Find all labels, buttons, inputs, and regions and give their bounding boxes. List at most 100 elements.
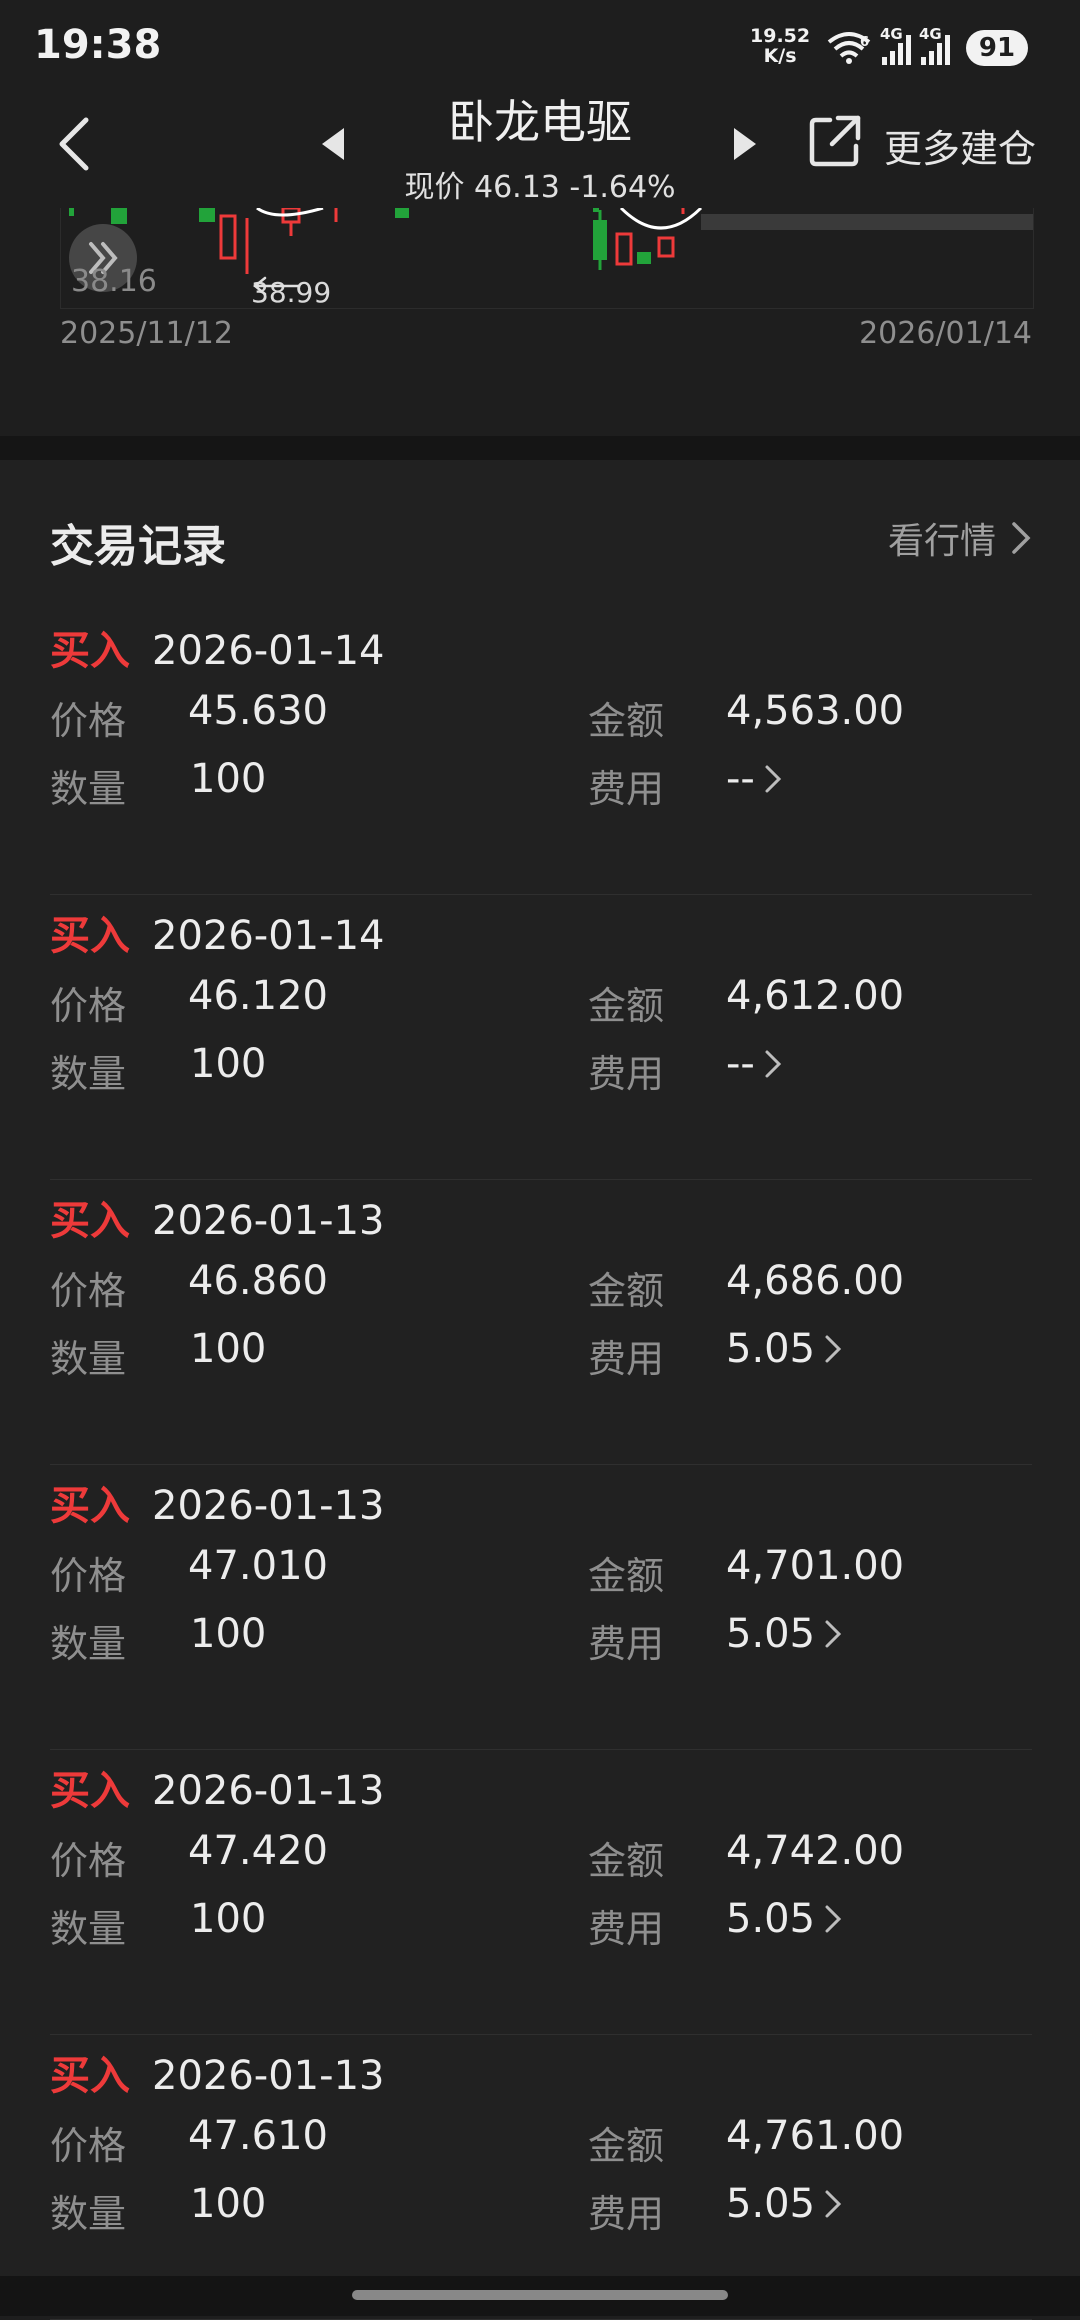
trade-type: 买入: [50, 2053, 130, 2099]
net-type-1: 4G: [880, 25, 903, 43]
price-value: 46.860: [188, 1258, 328, 1304]
kline-chart[interactable]: 38.16 38.99: [60, 208, 1034, 309]
trade-type: 买入: [50, 628, 130, 674]
trade-list: 买入 2026-01-14 价格 45.630 数量 100 金额 4,563.…: [50, 610, 1032, 2320]
quantity-label: 数量: [50, 2192, 127, 2236]
chart-date-start: 2025/11/12: [60, 316, 233, 351]
amount-value: 4,563.00: [726, 688, 905, 734]
trade-record[interactable]: 买入 2026-01-13 价格 46.860 数量 100 金额 4,686.…: [50, 1180, 1032, 1465]
more-positions-button[interactable]: 更多建仓: [884, 118, 1036, 173]
amount-value: 4,612.00: [726, 973, 905, 1019]
chevron-right-icon: [1012, 522, 1031, 554]
quantity-value: 100: [190, 2181, 267, 2227]
stock-header: 卧龙电驱 现价 46.13 -1.64% 更多建仓: [0, 92, 1080, 208]
quantity-value: 100: [190, 1326, 267, 1372]
amount-value: 4,686.00: [726, 1258, 905, 1304]
trade-record[interactable]: 买入 2026-01-14 价格 46.120 数量 100 金额 4,612.…: [50, 895, 1032, 1180]
section-title: 交易记录: [50, 521, 226, 572]
amount-label: 金额: [588, 1554, 665, 1598]
fee-label: 费用: [588, 1907, 665, 1951]
quantity-label: 数量: [50, 1622, 127, 1666]
price-value: 47.420: [188, 1828, 328, 1874]
trade-date: 2026-01-13: [152, 1198, 385, 1244]
view-market-link[interactable]: 看行情: [888, 512, 1032, 564]
fee-label: 费用: [588, 1622, 665, 1666]
fee-value[interactable]: 5.05: [726, 2181, 845, 2227]
fee-value[interactable]: 5.05: [726, 1326, 845, 1372]
chart-low-label: 38.16: [71, 264, 157, 299]
fee-value[interactable]: 5.05: [726, 1611, 845, 1657]
fee-label: 费用: [588, 1337, 665, 1381]
trade-record[interactable]: 买入 2026-01-14 价格 45.630 数量 100 金额 4,563.…: [50, 610, 1032, 895]
fee-label: 费用: [588, 1052, 665, 1096]
price-label: 价格: [50, 2124, 127, 2168]
quantity-value: 100: [190, 756, 267, 802]
fee-text: --: [726, 1041, 755, 1087]
chevron-right-icon: [765, 765, 781, 793]
price-label: 价格: [50, 1269, 127, 1313]
amount-label: 金额: [588, 984, 665, 1028]
price-value: 46.120: [188, 973, 328, 1019]
fee-text: --: [726, 756, 755, 802]
status-icons: 6 4G 4G 91: [826, 25, 1028, 70]
status-bar: 19:38 19.52 K/s 6 4G 4G 91: [0, 0, 1080, 92]
trade-type: 买入: [50, 1483, 130, 1529]
status-time: 19:38: [34, 22, 162, 68]
chevron-right-icon: [825, 2190, 842, 2218]
price-value: 47.010: [188, 1543, 328, 1589]
share-icon[interactable]: [806, 112, 864, 170]
trade-type: 买入: [50, 1198, 130, 1244]
fee-value[interactable]: 5.05: [726, 1896, 845, 1942]
price-label: 价格: [50, 1839, 127, 1883]
chevron-right-icon: [825, 1905, 842, 1933]
left-arrow-icon: [252, 276, 301, 296]
net-type-2: 4G: [919, 25, 942, 43]
fee-text: 5.05: [726, 1326, 816, 1372]
price-label: 价格: [50, 1554, 127, 1598]
trade-type: 买入: [50, 1768, 130, 1814]
section-divider: [0, 436, 1080, 460]
quantity-value: 100: [190, 1041, 267, 1087]
price-value: 45.630: [188, 688, 328, 734]
amount-label: 金额: [588, 2124, 665, 2168]
quantity-value: 100: [190, 1611, 267, 1657]
price-value: 47.610: [188, 2113, 328, 2159]
network-speed-value: 19.52: [750, 25, 811, 47]
price-label: 价格: [50, 699, 127, 743]
chart-min-marker: 38.99: [251, 276, 331, 309]
network-speed: 19.52 K/s: [750, 26, 810, 66]
price-label: 价格: [50, 984, 127, 1028]
fee-value[interactable]: --: [726, 1041, 785, 1087]
fee-label: 费用: [588, 2192, 665, 2236]
fee-text: 5.05: [726, 1611, 816, 1657]
fee-text: 5.05: [726, 1896, 816, 1942]
battery-indicator: 91: [966, 30, 1028, 66]
amount-label: 金额: [588, 1839, 665, 1883]
trade-type: 买入: [50, 913, 130, 959]
kline-canvas: [69, 208, 1033, 274]
fee-text: 5.05: [726, 2181, 816, 2227]
wifi-badge: 6: [860, 35, 869, 50]
network-speed-unit: K/s: [763, 45, 797, 67]
amount-value: 4,742.00: [726, 1828, 905, 1874]
trade-date: 2026-01-14: [152, 628, 385, 674]
amount-value: 4,761.00: [726, 2113, 905, 2159]
trade-date: 2026-01-13: [152, 1768, 385, 1814]
trade-record[interactable]: 买入 2026-01-13 价格 47.010 数量 100 金额 4,701.…: [50, 1465, 1032, 1750]
quantity-label: 数量: [50, 1907, 127, 1951]
chevron-right-icon: [825, 1335, 842, 1363]
trade-record[interactable]: 买入 2026-01-13 价格 47.420 数量 100 金额 4,742.…: [50, 1750, 1032, 2035]
next-stock-icon[interactable]: [730, 124, 760, 164]
fee-label: 费用: [588, 767, 665, 811]
trade-date: 2026-01-13: [152, 1483, 385, 1529]
chart-date-end: 2026/01/14: [859, 316, 1032, 351]
quantity-label: 数量: [50, 1337, 127, 1381]
wifi-icon: 6: [827, 32, 871, 64]
chevron-right-icon: [825, 1620, 842, 1648]
trade-date: 2026-01-14: [152, 913, 385, 959]
home-indicator[interactable]: [352, 2290, 728, 2300]
trade-records-section: 交易记录 看行情 买入 2026-01-14 价格 45.630 数量 100 …: [0, 460, 1080, 2320]
quantity-value: 100: [190, 1896, 267, 1942]
view-market-label: 看行情: [887, 521, 996, 562]
fee-value[interactable]: --: [726, 756, 785, 802]
